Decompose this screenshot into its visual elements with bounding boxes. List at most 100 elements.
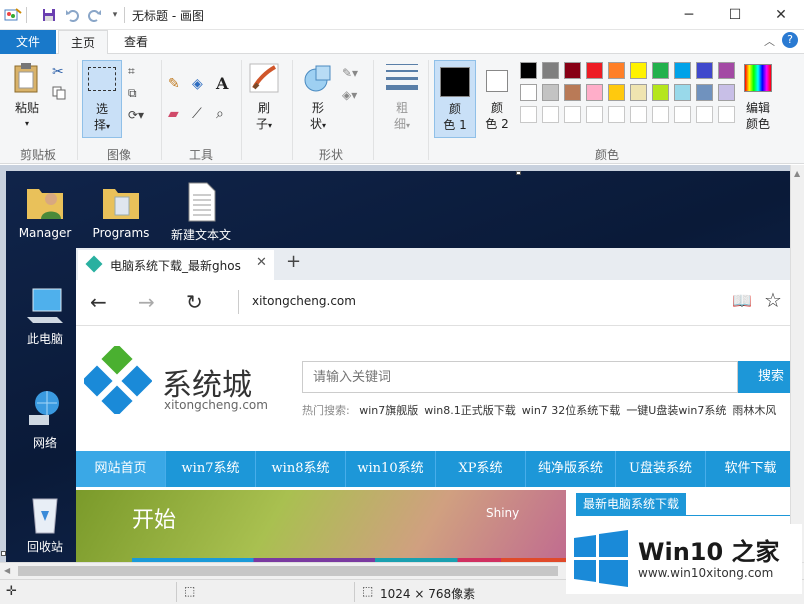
outline-icon[interactable]: ✎▾	[342, 66, 358, 80]
paste-button[interactable]: 粘贴	[12, 100, 42, 116]
new-tab-icon[interactable]: +	[286, 251, 301, 272]
site-nav-item[interactable]: win8系统	[256, 451, 346, 487]
palette-empty-swatch[interactable]	[520, 106, 537, 123]
site-nav-item[interactable]: 纯净版系统	[526, 451, 616, 487]
forward-icon[interactable]: →	[138, 290, 155, 314]
site-search-button[interactable]: 搜索	[738, 361, 790, 393]
palette-color-swatch[interactable]	[608, 62, 625, 79]
palette-empty-swatch[interactable]	[674, 106, 691, 123]
palette-color-swatch[interactable]	[520, 62, 537, 79]
palette-empty-swatch[interactable]	[542, 106, 559, 123]
vertical-scrollbar[interactable]: ▲	[790, 165, 804, 562]
back-icon[interactable]: ←	[90, 290, 107, 314]
redo-icon[interactable]	[86, 6, 104, 24]
color-picker-icon[interactable]: ⟋	[192, 106, 202, 122]
site-nav-item[interactable]: win10系统	[346, 451, 436, 487]
undo-icon[interactable]	[63, 6, 81, 24]
resize-icon[interactable]: ⧉	[128, 86, 137, 101]
desktop-icon-this-pc[interactable]: 此电脑	[10, 283, 80, 347]
size-button[interactable]: 粗	[386, 100, 418, 116]
canvas-area[interactable]: Manager Programs 新建文本文 此电脑 网络 回收站	[0, 165, 804, 562]
paint-app-icon[interactable]	[4, 6, 22, 24]
hot-search-item[interactable]: win8.1正式版下载	[424, 404, 516, 417]
palette-color-swatch[interactable]	[564, 62, 581, 79]
edit-colors-icon[interactable]	[744, 64, 772, 92]
palette-empty-swatch[interactable]	[652, 106, 669, 123]
brush-button[interactable]: 刷	[248, 100, 280, 116]
scroll-left-icon[interactable]: ◀	[4, 566, 10, 575]
palette-empty-swatch[interactable]	[696, 106, 713, 123]
site-nav-item[interactable]: U盘装系统	[616, 451, 706, 487]
magnifier-icon[interactable]: ⌕	[216, 106, 224, 122]
desktop-icon-recycle-bin[interactable]: 回收站	[10, 491, 80, 555]
text-icon[interactable]: A	[216, 74, 228, 93]
canvas-resize-handle-top[interactable]	[516, 171, 521, 175]
pencil-icon[interactable]: ✎	[168, 76, 180, 92]
crop-icon[interactable]: ⌗	[128, 64, 135, 79]
palette-color-swatch[interactable]	[608, 84, 625, 101]
palette-color-swatch[interactable]	[652, 84, 669, 101]
palette-color-swatch[interactable]	[564, 84, 581, 101]
customize-quick-access-icon[interactable]: ▾	[106, 6, 124, 24]
palette-color-swatch[interactable]	[542, 84, 559, 101]
palette-empty-swatch[interactable]	[608, 106, 625, 123]
minimize-button[interactable]: ─	[666, 0, 712, 30]
favorite-star-icon[interactable]: ☆	[764, 288, 782, 312]
desktop-icon-network[interactable]: 网络	[10, 387, 80, 451]
palette-empty-swatch[interactable]	[564, 106, 581, 123]
palette-empty-swatch[interactable]	[718, 106, 735, 123]
size-icon[interactable]	[386, 64, 418, 90]
tab-home[interactable]: 主页	[58, 30, 108, 55]
fill-shape-icon[interactable]: ◈▾	[342, 88, 357, 102]
palette-empty-swatch[interactable]	[586, 106, 603, 123]
close-button[interactable]: ✕	[758, 0, 804, 30]
site-search-input[interactable]	[302, 361, 738, 393]
paste-icon[interactable]	[12, 62, 42, 97]
url-field[interactable]: xitongcheng.com	[252, 294, 356, 308]
site-logo-icon[interactable]	[84, 346, 152, 417]
close-tab-icon[interactable]: ✕	[256, 255, 267, 270]
palette-color-swatch[interactable]	[520, 84, 537, 101]
shapes-icon[interactable]	[302, 62, 334, 97]
copy-icon[interactable]	[52, 86, 66, 103]
select-button[interactable]: 选 择▾	[82, 60, 122, 138]
palette-color-swatch[interactable]	[630, 62, 647, 79]
reading-view-icon[interactable]: 📖	[732, 291, 752, 310]
canvas-resize-handle-left[interactable]	[1, 551, 6, 556]
palette-color-swatch[interactable]	[586, 62, 603, 79]
brush-icon[interactable]	[248, 62, 280, 97]
site-banner[interactable]: 开始 Shiny	[76, 490, 566, 562]
site-nav-item[interactable]: XP系统	[436, 451, 526, 487]
palette-color-swatch[interactable]	[696, 84, 713, 101]
rotate-icon[interactable]: ⟳▾	[128, 108, 144, 122]
palette-color-swatch[interactable]	[718, 62, 735, 79]
shapes-button[interactable]: 形	[302, 100, 334, 116]
palette-color-swatch[interactable]	[674, 62, 691, 79]
palette-empty-swatch[interactable]	[630, 106, 647, 123]
scroll-up-icon[interactable]: ▲	[794, 169, 800, 178]
palette-color-swatch[interactable]	[586, 84, 603, 101]
palette-color-swatch[interactable]	[718, 84, 735, 101]
hot-search-item[interactable]: win7 32位系统下载	[522, 404, 621, 417]
edit-colors-button[interactable]: 编辑	[738, 100, 778, 116]
color1-button[interactable]: 颜 色 1	[434, 60, 476, 138]
hot-search-item[interactable]: 一键U盘装win7系统	[626, 404, 726, 417]
desktop-icon-manager[interactable]: Manager	[10, 179, 80, 240]
help-icon[interactable]: ?	[782, 32, 798, 48]
collapse-ribbon-icon[interactable]: ︿	[764, 33, 775, 49]
tab-file[interactable]: 文件	[0, 30, 56, 54]
hot-search-item[interactable]: win7旗舰版	[359, 404, 418, 417]
fill-icon[interactable]: ◈	[192, 76, 203, 92]
palette-color-swatch[interactable]	[630, 84, 647, 101]
maximize-button[interactable]: ☐	[712, 0, 758, 30]
palette-color-swatch[interactable]	[542, 62, 559, 79]
eraser-icon[interactable]: ▰	[168, 106, 179, 122]
color2-button[interactable]: 颜 色 2	[478, 60, 518, 138]
palette-color-swatch[interactable]	[696, 62, 713, 79]
tab-view[interactable]: 查看	[112, 30, 160, 54]
cut-icon[interactable]: ✂	[52, 64, 64, 80]
paste-dropdown-icon[interactable]: ▾	[12, 116, 42, 132]
canvas[interactable]: Manager Programs 新建文本文 此电脑 网络 回收站	[6, 171, 790, 562]
hot-search-item[interactable]: 雨林木风	[732, 404, 776, 417]
save-icon[interactable]	[40, 6, 58, 24]
